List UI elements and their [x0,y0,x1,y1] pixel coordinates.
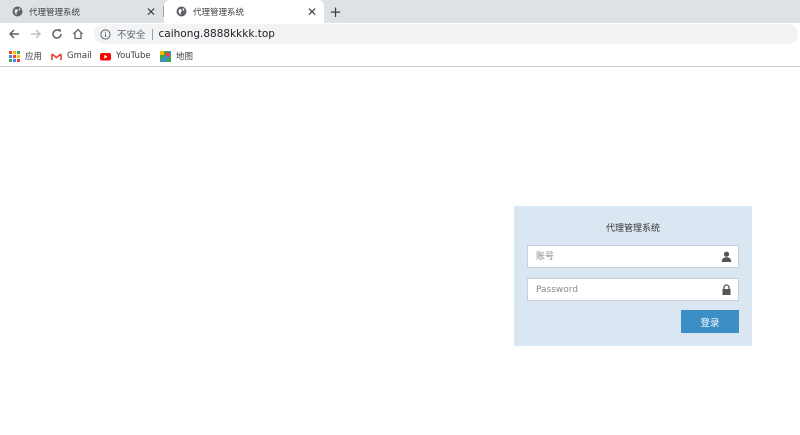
lock-icon [721,284,732,295]
username-field[interactable] [527,245,739,268]
gmail-icon [51,51,62,62]
back-button[interactable] [5,25,23,43]
url-text[interactable]: caihong.8888kkkk.top [159,28,275,40]
password-input[interactable] [528,279,721,300]
globe-icon [176,6,187,17]
tab-inactive[interactable]: 代理管理系统 ✕ [0,0,163,23]
home-icon [73,28,83,40]
bookmark-label: 地图 [176,52,194,62]
bookmarks-bar: 应用 Gmail YouTube 地图 [0,45,800,67]
tab-title: 代理管理系统 [193,7,245,18]
tab-strip: 代理管理系统 ✕ 代理管理系统 ✕ + [0,0,800,23]
bookmark-label: Gmail [67,51,92,61]
reload-icon [52,29,62,39]
reload-button[interactable] [48,25,66,43]
home-button[interactable] [69,25,87,43]
login-button[interactable]: 登录 [681,310,739,333]
password-field[interactable] [527,278,739,301]
bookmark-youtube[interactable]: YouTube [100,49,151,63]
close-icon[interactable]: ✕ [304,4,320,20]
bookmark-gmail[interactable]: Gmail [51,49,92,63]
new-tab-button[interactable]: + [326,2,345,21]
tab-active[interactable]: 代理管理系统 ✕ [164,0,324,23]
bookmark-label: YouTube [116,51,151,61]
maps-icon [160,50,171,62]
bookmark-label: 应用 [25,52,43,62]
apps-grid-icon [9,50,20,62]
address-divider [151,28,153,40]
bookmark-apps[interactable]: 应用 [9,49,42,63]
close-icon[interactable]: ✕ [143,4,159,20]
login-title: 代理管理系统 [605,224,660,234]
forward-button[interactable] [27,25,45,43]
browser-toolbar: 不安全 caihong.8888kkkk.top [0,23,800,45]
tab-title: 代理管理系统 [29,7,81,18]
youtube-icon [100,51,111,62]
username-input[interactable] [528,246,721,267]
globe-icon [12,6,23,17]
user-icon [721,251,732,262]
login-panel: 代理管理系统 登录 [514,206,752,346]
bookmark-maps[interactable]: 地图 [160,49,193,63]
security-status[interactable]: 不安全 [117,27,146,41]
info-icon[interactable] [100,28,111,40]
address-bar[interactable]: 不安全 caihong.8888kkkk.top [94,24,798,44]
arrow-left-icon [8,29,19,39]
arrow-right-icon [31,29,42,39]
